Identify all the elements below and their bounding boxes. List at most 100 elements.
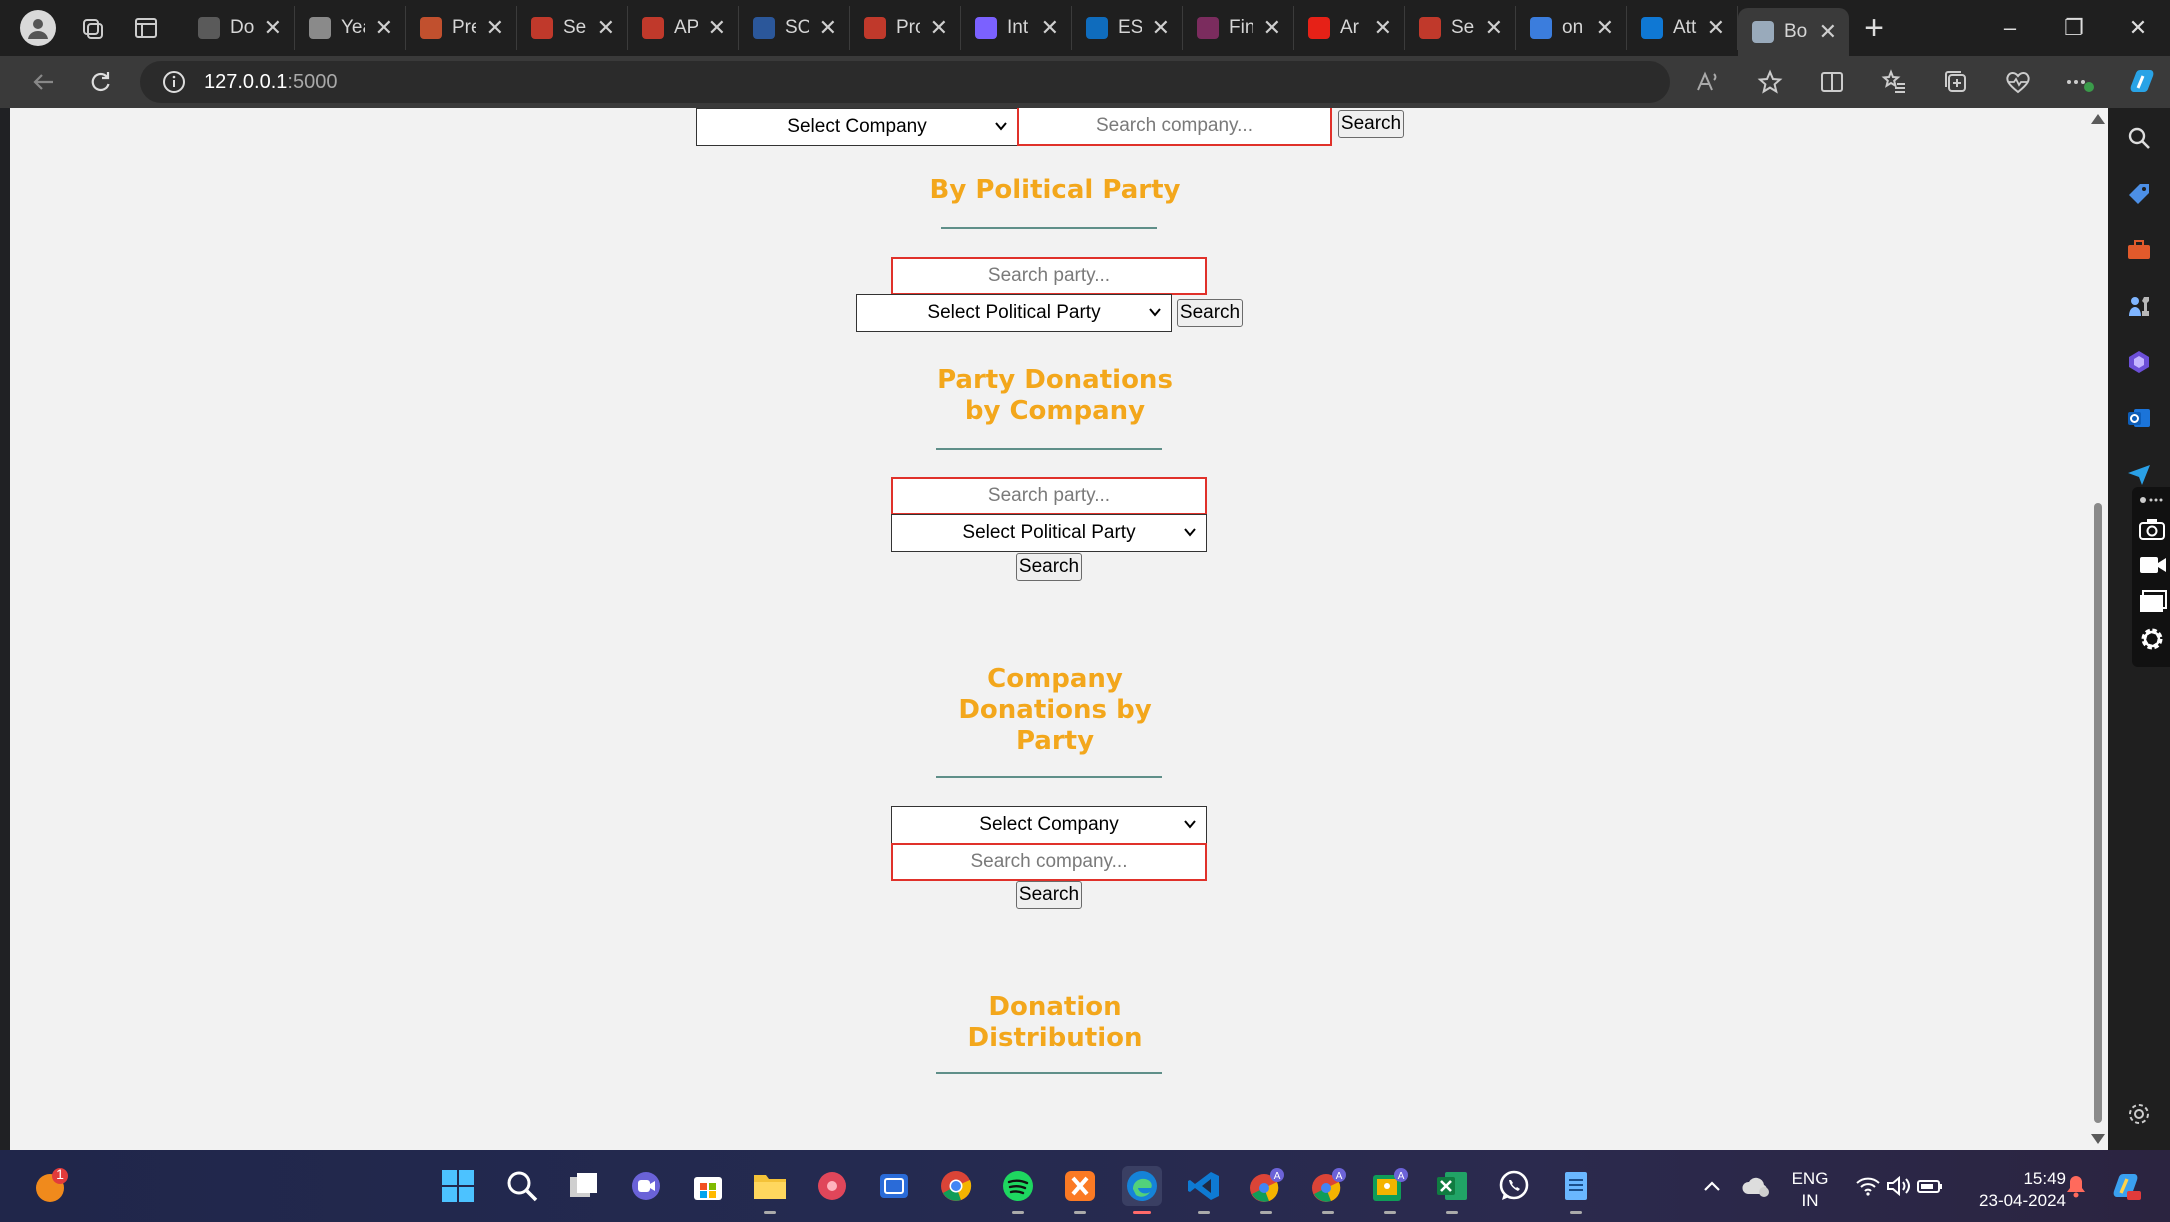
company-donations-search-input[interactable]: Search company... [891,843,1207,881]
tab-close-icon[interactable]: ✕ [597,15,615,41]
camera-icon[interactable] [2138,517,2166,541]
browser-tab[interactable]: Ar ✕ [1294,6,1405,50]
company-donations-search-button[interactable]: Search [1016,881,1082,909]
vertical-tabs-icon[interactable] [128,10,164,46]
company-donations-company-select[interactable]: Select Company [891,806,1207,844]
browser-tab[interactable]: Se ✕ [1405,6,1516,50]
microsoft-store-icon[interactable] [688,1166,728,1206]
browser-tab[interactable]: Bo ✕ [1738,8,1849,56]
notification-bell-icon[interactable] [2056,1166,2096,1206]
party-search-input[interactable]: Search party... [891,257,1207,295]
scroll-up-arrow-icon[interactable] [2091,114,2105,124]
party-search-button[interactable]: Search [1177,299,1243,327]
teams-chat-icon[interactable] [626,1166,666,1206]
chrome-icon[interactable] [936,1166,976,1206]
video-camera-icon[interactable] [2138,553,2168,577]
restore-button[interactable]: ❐ [2042,0,2106,56]
chrome-profile-b-icon[interactable]: A [1308,1166,1348,1214]
microsoft-365-icon[interactable] [2123,346,2155,378]
windows-start-icon[interactable] [438,1166,478,1206]
sidebar-search-icon[interactable] [2123,122,2155,154]
scroll-down-arrow-icon[interactable] [2091,1134,2105,1144]
chrome-profile-a-icon[interactable]: A [1246,1166,1286,1214]
copilot-taskbar-icon[interactable] [2106,1166,2146,1206]
refresh-button[interactable] [72,58,128,106]
clock[interactable]: 15:49 23-04-2024 [1956,1168,2066,1212]
language-indicator[interactable]: ENG IN [1784,1168,1836,1212]
classroom-icon[interactable]: A [1370,1166,1410,1214]
tab-close-icon[interactable]: ✕ [1707,15,1725,41]
party-donations-search-button[interactable]: Search [1016,553,1082,581]
favorites-icon[interactable] [1872,60,1916,104]
notepad-icon[interactable] [1556,1166,1596,1214]
tab-close-icon[interactable]: ✕ [708,15,726,41]
favorite-star-icon[interactable] [1748,60,1792,104]
notification-avatar-icon[interactable]: 1 [32,1166,72,1206]
pin-icon[interactable] [2138,493,2164,507]
collections-icon[interactable] [1934,60,1978,104]
xampp-icon[interactable] [1060,1166,1100,1214]
url-field[interactable]: 127.0.0.1:5000 [140,61,1670,103]
tab-close-icon[interactable]: ✕ [930,15,948,41]
search-button-top[interactable]: Search [1338,110,1404,138]
close-window-button[interactable]: ✕ [2106,0,2170,56]
more-menu-icon[interactable] [2058,60,2102,104]
scrollbar-thumb[interactable] [2094,503,2102,1123]
weather-cloud-icon[interactable] [1736,1166,1776,1206]
browser-tab[interactable]: Fin ✕ [1183,6,1294,50]
tab-close-icon[interactable]: ✕ [1152,15,1170,41]
tab-close-icon[interactable]: ✕ [1263,15,1281,41]
minimize-button[interactable]: – [1978,0,2042,56]
games-chess-icon[interactable] [2123,290,2155,322]
tray-overflow-chevron-icon[interactable] [1692,1166,1732,1206]
vscode-icon[interactable] [1184,1166,1224,1214]
browser-essentials-icon[interactable] [1996,60,2040,104]
party-donations-search-input[interactable]: Search party... [891,477,1207,515]
profile-avatar-icon[interactable] [20,10,56,46]
tab-close-icon[interactable]: ✕ [264,15,282,41]
excel-icon[interactable] [1432,1166,1472,1214]
read-aloud-icon[interactable] [1686,60,1730,104]
party-donations-party-select[interactable]: Select Political Party [891,514,1207,552]
browser-tab[interactable]: Att ✕ [1627,6,1738,50]
tab-close-icon[interactable]: ✕ [1485,15,1503,41]
browser-tab[interactable]: Int ✕ [961,6,1072,50]
battery-icon[interactable] [1910,1166,1950,1206]
browser-tab[interactable]: Se ✕ [517,6,628,50]
company-select-top[interactable]: Select Company [696,108,1018,146]
sidebar-settings-icon[interactable] [2123,1098,2155,1130]
send-icon[interactable] [2123,458,2155,490]
new-tab-button[interactable]: + [1849,6,1899,50]
screen-capture-icon[interactable] [2138,589,2168,613]
tab-close-icon[interactable]: ✕ [375,15,393,41]
tab-close-icon[interactable]: ✕ [819,15,837,41]
workspaces-icon[interactable] [74,10,110,46]
company-search-input-top[interactable]: Search company... [1017,108,1332,146]
tab-close-icon[interactable]: ✕ [1041,15,1059,41]
copilot-icon[interactable] [2120,60,2164,104]
browser-tab[interactable]: Do ✕ [184,6,295,50]
split-screen-icon[interactable] [1810,60,1854,104]
taskbar-search-icon[interactable] [502,1166,542,1206]
media-player-icon[interactable] [812,1166,852,1206]
political-party-select[interactable]: Select Political Party [856,294,1172,332]
tab-close-icon[interactable]: ✕ [1819,19,1837,45]
page-scrollbar[interactable] [2088,108,2108,1150]
browser-tab[interactable]: Pro ✕ [850,6,961,50]
browser-tab[interactable]: ES ✕ [1072,6,1183,50]
back-button[interactable] [16,58,72,106]
site-info-icon[interactable] [162,70,186,94]
browser-tab[interactable]: on ✕ [1516,6,1627,50]
whatsapp-icon[interactable] [1494,1166,1534,1206]
shopping-tag-icon[interactable] [2123,178,2155,210]
file-explorer-icon[interactable] [750,1166,790,1214]
spotify-icon[interactable] [998,1166,1038,1214]
gear-icon[interactable] [2138,625,2166,653]
task-view-icon[interactable] [564,1166,604,1206]
tab-close-icon[interactable]: ✕ [486,15,504,41]
tab-close-icon[interactable]: ✕ [1374,15,1392,41]
tab-close-icon[interactable]: ✕ [1596,15,1614,41]
snipping-tool-icon[interactable] [874,1166,914,1206]
browser-tab[interactable]: Yea ✕ [295,6,406,50]
edge-browser-icon[interactable] [1122,1166,1162,1214]
